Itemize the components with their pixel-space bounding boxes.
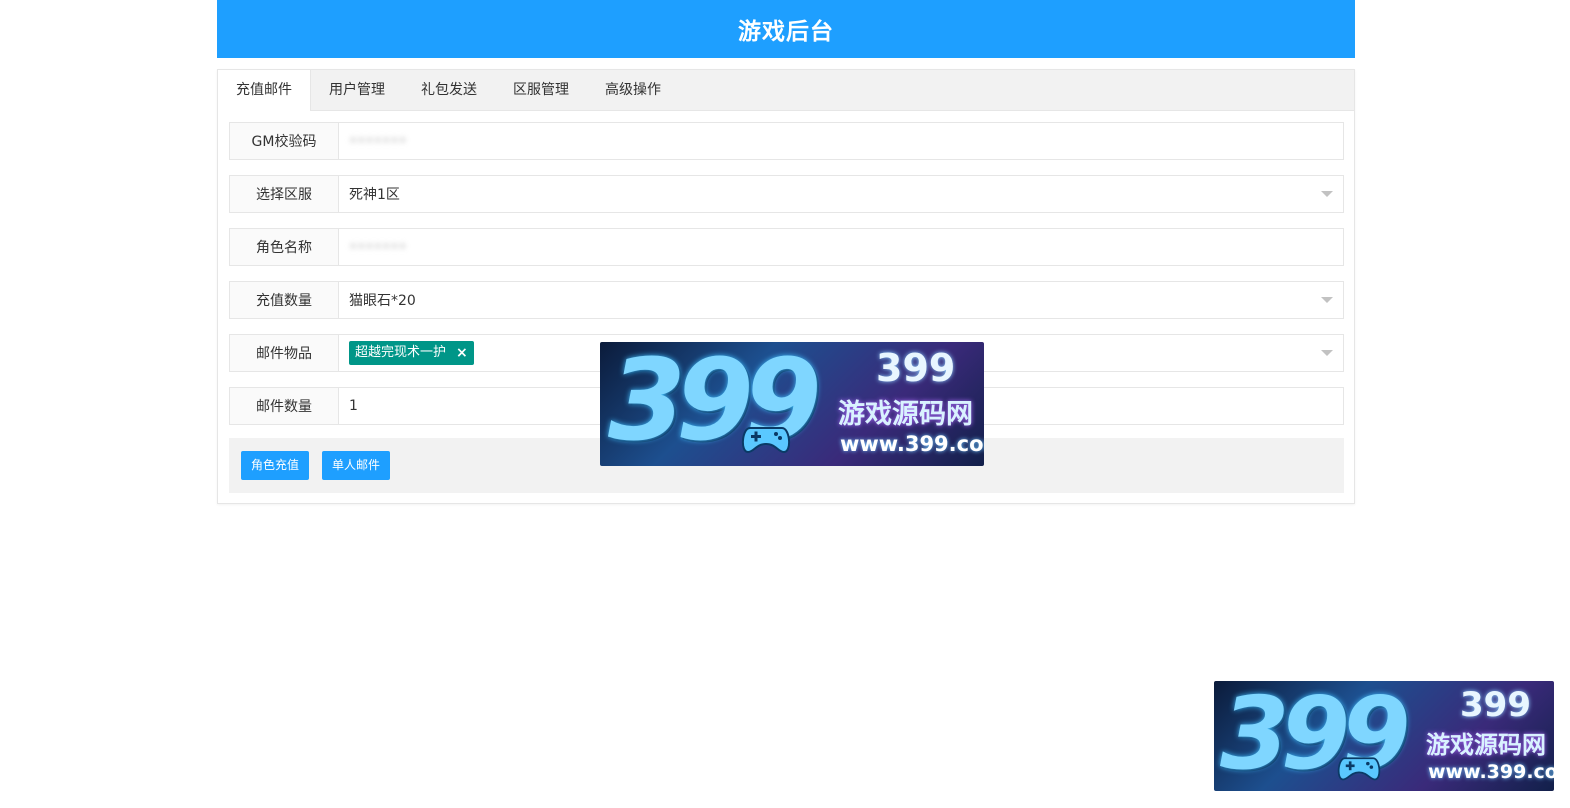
tab-gift-send[interactable]: 礼包发送 bbox=[403, 70, 495, 110]
mail-items-label: 邮件物品 bbox=[229, 334, 338, 372]
tab-recharge-mail[interactable]: 充值邮件 bbox=[218, 70, 311, 111]
server-row: 选择区服 死神1区 bbox=[229, 175, 1344, 213]
app-header: 游戏后台 bbox=[217, 0, 1355, 58]
watermark-number: 399 bbox=[876, 346, 956, 390]
recharge-amount-value: 猫眼石*20 bbox=[349, 293, 416, 309]
server-value: 死神1区 bbox=[349, 187, 400, 203]
tab-bar: 充值邮件 用户管理 礼包发送 区服管理 高级操作 bbox=[218, 70, 1354, 111]
close-icon[interactable]: × bbox=[456, 341, 468, 365]
gamepad-icon bbox=[742, 427, 790, 454]
chevron-down-icon bbox=[1321, 191, 1333, 197]
mail-count-value: 1 bbox=[349, 398, 358, 414]
role-name-row: 角色名称 ••••••• bbox=[229, 228, 1344, 266]
tab-advanced-operations[interactable]: 高级操作 bbox=[587, 70, 679, 110]
selected-item-tag-label: 超越完现术一护 bbox=[355, 345, 447, 360]
watermark-url: www.399.com bbox=[1428, 761, 1554, 783]
chevron-down-icon bbox=[1321, 350, 1333, 356]
watermark-logo-corner: 399 399 游戏源码网 www.399.com bbox=[1214, 681, 1554, 791]
gamepad-icon bbox=[1337, 757, 1381, 781]
page-title: 游戏后台 bbox=[738, 19, 834, 45]
watermark-logo-center: 399 399 游戏源码网 www.399.com bbox=[600, 342, 984, 466]
server-select[interactable]: 死神1区 bbox=[338, 175, 1344, 213]
recharge-amount-row: 充值数量 猫眼石*20 bbox=[229, 281, 1344, 319]
gm-code-row: GM校验码 ••••••• bbox=[229, 122, 1344, 160]
recharge-amount-select[interactable]: 猫眼石*20 bbox=[338, 281, 1344, 319]
gm-code-label: GM校验码 bbox=[229, 122, 338, 160]
server-label: 选择区服 bbox=[229, 175, 338, 213]
single-mail-button[interactable]: 单人邮件 bbox=[322, 451, 391, 480]
role-name-input[interactable]: ••••••• bbox=[338, 228, 1344, 266]
watermark-url: www.399.com bbox=[840, 432, 984, 456]
recharge-amount-label: 充值数量 bbox=[229, 281, 338, 319]
gm-code-value: ••••••• bbox=[349, 133, 407, 149]
role-name-value: ••••••• bbox=[349, 239, 407, 255]
gm-code-input[interactable]: ••••••• bbox=[338, 122, 1344, 160]
tab-server-management[interactable]: 区服管理 bbox=[495, 70, 587, 110]
watermark-site-name: 游戏源码网 bbox=[838, 399, 973, 430]
mail-count-label: 邮件数量 bbox=[229, 387, 338, 425]
watermark-number: 399 bbox=[1460, 685, 1531, 725]
selected-item-tag: 超越完现术一护 × bbox=[349, 341, 474, 365]
chevron-down-icon bbox=[1321, 297, 1333, 303]
role-name-label: 角色名称 bbox=[229, 228, 338, 266]
tab-user-management[interactable]: 用户管理 bbox=[311, 70, 403, 110]
watermark-site-name: 游戏源码网 bbox=[1426, 731, 1546, 759]
role-recharge-button[interactable]: 角色充值 bbox=[241, 451, 310, 480]
